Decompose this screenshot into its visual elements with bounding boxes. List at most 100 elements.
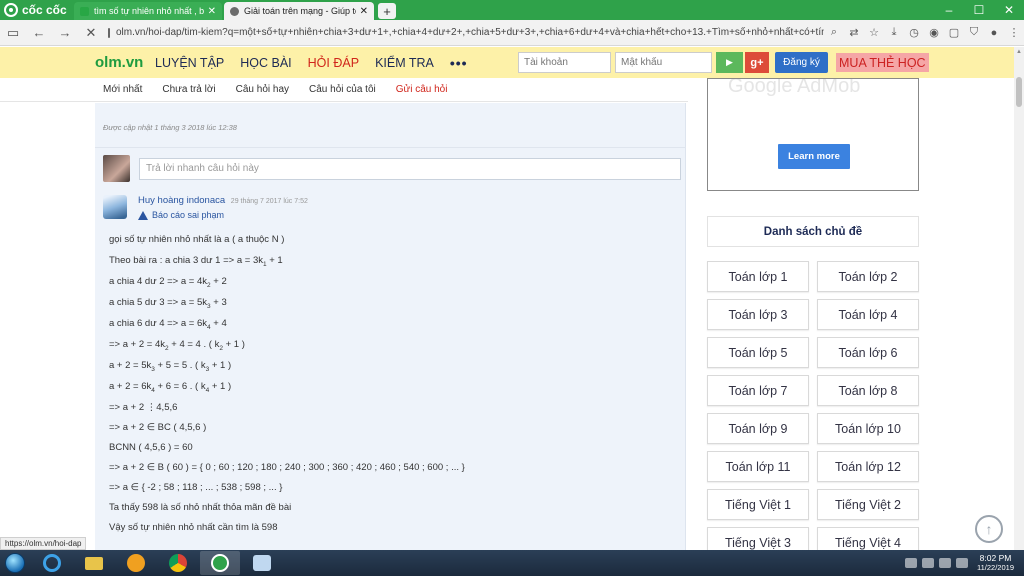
nav-more-icon[interactable]: ••• (450, 55, 468, 71)
scroll-to-top-icon[interactable]: ↑ (975, 515, 1003, 543)
username-input[interactable] (518, 52, 611, 73)
page-scrollbar[interactable]: ▲ (1014, 47, 1024, 550)
scrollbar-thumb[interactable] (1016, 77, 1022, 107)
question-content: Được cập nhật 1 tháng 3 2018 lúc 12:38 T… (95, 103, 686, 550)
topic-grid: Toán lớp 1 Toán lớp 2 Toán lớp 3 Toán lớ… (707, 261, 919, 558)
forward-icon[interactable]: → (52, 25, 78, 40)
internet-explorer-icon (43, 554, 61, 572)
taskbar-ie[interactable] (32, 551, 72, 575)
password-input[interactable] (615, 52, 712, 73)
download-icon[interactable]: ⤓ (884, 26, 904, 39)
site-logo[interactable]: olm.vn (95, 54, 155, 71)
subnav-newest[interactable]: Mới nhất (103, 84, 142, 95)
tray-flag-icon[interactable] (922, 558, 935, 568)
topic-button[interactable]: Toán lớp 11 (707, 451, 809, 482)
taskbar-explorer[interactable] (74, 551, 114, 575)
report-link[interactable]: Báo cáo sai phạm (138, 210, 308, 220)
shield-icon[interactable]: ⛉ (964, 26, 984, 39)
topic-button[interactable]: Toán lớp 3 (707, 299, 809, 330)
answer-line: a chia 5 dư 3 => a = 5k3 + 3 (109, 297, 227, 310)
subnav-good-questions[interactable]: Câu hỏi hay (236, 84, 289, 95)
qa-subnav: Mới nhất Chưa trả lời Câu hỏi hay Câu hỏ… (0, 78, 688, 102)
zoom-icon[interactable]: ⌕ (824, 26, 844, 39)
menu-icon[interactable]: ⋮ (1004, 26, 1024, 39)
ad-brand: Google AdMob (728, 78, 861, 97)
taskbar-paint[interactable] (242, 551, 282, 575)
ad-banner[interactable]: Google AdMob Learn more (707, 78, 919, 191)
subnav-ask-question[interactable]: Gửi câu hỏi (396, 84, 448, 95)
topic-button[interactable]: Toán lớp 4 (817, 299, 919, 330)
topic-button[interactable]: Toán lớp 1 (707, 261, 809, 292)
maximize-icon[interactable]: ☐ (964, 3, 994, 17)
site-header: olm.vn LUYỆN TẬP HỌC BÀI HỎI ĐÁP KIỂM TR… (0, 47, 1014, 78)
topic-button[interactable]: Toán lớp 5 (707, 337, 809, 368)
answer-line: a chia 4 dư 2 => a = 4k2 + 2 (109, 276, 227, 289)
ad-learn-more-button[interactable]: Learn more (778, 144, 850, 169)
browser-tab-1[interactable]: tìm số tự nhiên nhỏ nhất , biết số ... ✕ (74, 2, 222, 20)
main-nav: LUYỆN TẬP HỌC BÀI HỎI ĐÁP KIỂM TRA ••• (155, 55, 484, 71)
answer-header: Huy hoàng indonaca 29 tháng 7 2017 lúc 7… (103, 195, 678, 220)
register-button[interactable]: Đăng ký (775, 52, 828, 73)
taskbar-chrome[interactable] (158, 551, 198, 575)
clock-icon[interactable]: ◷ (904, 26, 924, 39)
topic-button[interactable]: Tiếng Việt 1 (707, 489, 809, 520)
taskbar-coccoc[interactable] (200, 551, 240, 575)
back-icon[interactable]: ← (26, 25, 52, 40)
topic-button[interactable]: Toán lớp 2 (817, 261, 919, 292)
minimize-icon[interactable]: – (934, 3, 964, 17)
nav-hoi-dap[interactable]: HỎI ĐÁP (308, 56, 359, 70)
translate-icon[interactable]: ⇄ (844, 26, 864, 39)
browser-tab-2[interactable]: Giải toán trên mạng - Giúp tôi giả ✕ (224, 2, 374, 20)
topic-button[interactable]: Toán lớp 7 (707, 375, 809, 406)
bookmark-star-icon[interactable]: ☆ (864, 26, 884, 39)
subnav-my-questions[interactable]: Câu hỏi của tôi (309, 84, 376, 95)
close-tab-icon[interactable]: ✕ (208, 6, 216, 17)
status-url: https://olm.vn/hoi-dap (0, 537, 87, 550)
close-window-icon[interactable]: ✕ (994, 3, 1024, 17)
browser-brand[interactable]: cốc cốc (0, 0, 72, 20)
topic-button[interactable]: Toán lớp 10 (817, 413, 919, 444)
coccoc-icon (211, 554, 229, 572)
screen-icon[interactable]: ▢ (944, 26, 964, 39)
folder-icon (85, 556, 103, 570)
nav-luyen-tap[interactable]: LUYỆN TẬP (155, 56, 224, 70)
login-submit-button[interactable]: ▶ (716, 52, 743, 73)
close-tab-icon[interactable]: ✕ (360, 6, 368, 17)
answer-item: Huy hoàng indonaca 29 tháng 7 2017 lúc 7… (103, 195, 678, 542)
answer-date: 29 tháng 7 2017 lúc 7:52 (230, 198, 308, 205)
profile-icon[interactable]: ● (984, 27, 1004, 39)
sidebar-toggle-icon[interactable]: ▭ (0, 25, 26, 41)
buy-card-link[interactable]: MUA THẺ HỌC (836, 53, 929, 72)
login-form: ▶ g+ Đăng ký MUA THẺ HỌC (518, 52, 929, 73)
topic-button[interactable]: Toán lớp 12 (817, 451, 919, 482)
answer-author-name[interactable]: Huy hoàng indonaca (138, 195, 225, 206)
topic-button[interactable]: Toán lớp 9 (707, 413, 809, 444)
taskbar-clock[interactable]: 8:02 PM 11/22/2019 (977, 553, 1014, 573)
tray-network-icon[interactable] (939, 558, 952, 568)
topic-button[interactable]: Tiếng Việt 2 (817, 489, 919, 520)
paint-icon (253, 555, 271, 571)
subnav-unanswered[interactable]: Chưa trả lời (162, 84, 215, 95)
topic-button[interactable]: Toán lớp 8 (817, 375, 919, 406)
warning-icon (138, 210, 148, 220)
answer-author-avatar[interactable] (103, 195, 127, 219)
answer-line: => a + 2 ∈ BC ( 4,5,6 ) (109, 422, 207, 433)
nav-hoc-bai[interactable]: HỌC BÀI (240, 56, 291, 70)
tray-app-icon[interactable] (905, 558, 918, 568)
start-button[interactable] (0, 550, 30, 576)
scroll-up-icon[interactable]: ▲ (1016, 49, 1022, 55)
google-login-button[interactable]: g+ (745, 52, 769, 73)
taskbar-media[interactable] (116, 551, 156, 575)
tab-title: Giải toán trên mạng - Giúp tôi giả (244, 6, 356, 16)
coccoc-extension-icon[interactable]: ◉ (924, 26, 944, 39)
browser-toolbar: ▭ ← → ✕ olm.vn/hoi-dap/tim-kiem?q=một+số… (0, 20, 1024, 46)
tray-volume-icon[interactable] (956, 558, 969, 568)
stop-icon[interactable]: ✕ (78, 25, 104, 41)
topic-button[interactable]: Toán lớp 6 (817, 337, 919, 368)
lock-icon (108, 27, 110, 38)
quick-reply-input[interactable]: Trả lời nhanh câu hỏi này (139, 157, 681, 180)
new-tab-button[interactable]: + (378, 3, 396, 19)
address-bar[interactable]: olm.vn/hoi-dap/tim-kiem?q=một+số+tự+nhiê… (104, 23, 824, 43)
coccoc-logo-icon (4, 3, 18, 17)
nav-kiem-tra[interactable]: KIỂM TRA (375, 56, 434, 70)
